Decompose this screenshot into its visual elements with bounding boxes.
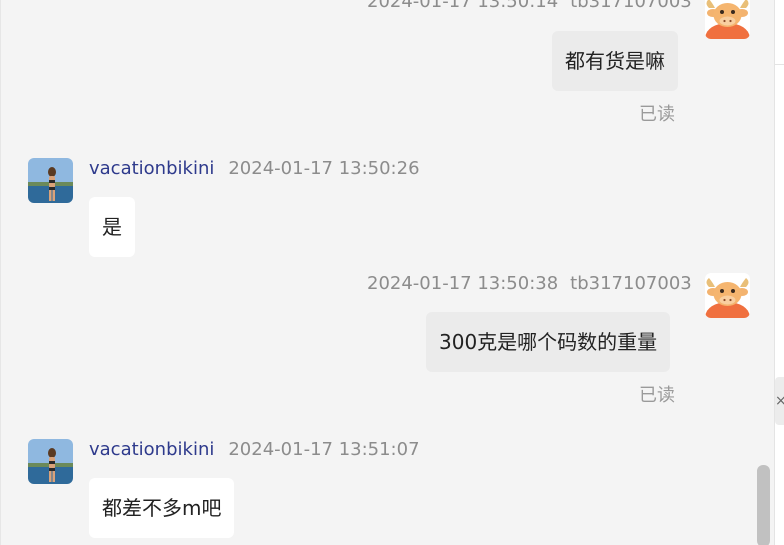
message-time: 2024-01-17 13:51:07 — [228, 439, 420, 460]
sender-name[interactable]: vacationbikini — [89, 439, 214, 460]
beach-photo-svg — [28, 158, 73, 203]
message-time: 2024-01-17 13:50:26 — [228, 158, 420, 179]
message-bubble-outgoing[interactable]: 300克是哪个码数的重量 — [426, 312, 671, 372]
right-panel-border — [774, 0, 775, 545]
cow-avatar-icon[interactable] — [705, 0, 750, 39]
beach-photo-avatar[interactable] — [28, 439, 73, 484]
left-divider — [0, 0, 1, 545]
beach-photo-avatar[interactable] — [28, 158, 73, 203]
sender-name[interactable]: vacationbikini — [89, 158, 214, 179]
message-meta: 2024-01-17 13:50:38 tb317107003 — [367, 272, 692, 296]
message-sender: tb317107003 — [570, 273, 692, 294]
side-panel-toggle[interactable]: × — [775, 377, 784, 425]
beach-photo-svg — [28, 439, 73, 484]
message-meta: 2024-01-17 13:50:14 tb317107003 — [367, 0, 692, 14]
message-time: 2024-01-17 13:50:14 — [367, 0, 559, 12]
message-bubble-incoming[interactable]: 是 — [89, 197, 135, 257]
cow-avatar-icon[interactable] — [705, 273, 750, 318]
chat-window: × 2024-01-17 13:50:14 tb317107003 都有货是嘛 已… — [0, 0, 784, 545]
message-time: 2024-01-17 13:50:38 — [367, 273, 559, 294]
cow-avatar-svg — [705, 273, 750, 318]
right-panel-edge — [774, 0, 784, 545]
message-bubble-outgoing[interactable]: 都有货是嘛 — [552, 31, 678, 91]
cow-avatar-svg — [705, 0, 750, 39]
message-bubble-incoming[interactable]: 都差不多m吧 — [89, 478, 235, 538]
read-status: 已读 — [639, 385, 675, 406]
scrollbar-thumb[interactable] — [757, 465, 770, 545]
close-icon: × — [775, 393, 784, 409]
right-panel-divider — [775, 64, 784, 65]
message-sender: tb317107003 — [570, 0, 692, 12]
read-status: 已读 — [639, 104, 675, 125]
message-meta: vacationbikini 2024-01-17 13:50:26 — [89, 157, 420, 181]
message-meta: vacationbikini 2024-01-17 13:51:07 — [89, 438, 420, 462]
